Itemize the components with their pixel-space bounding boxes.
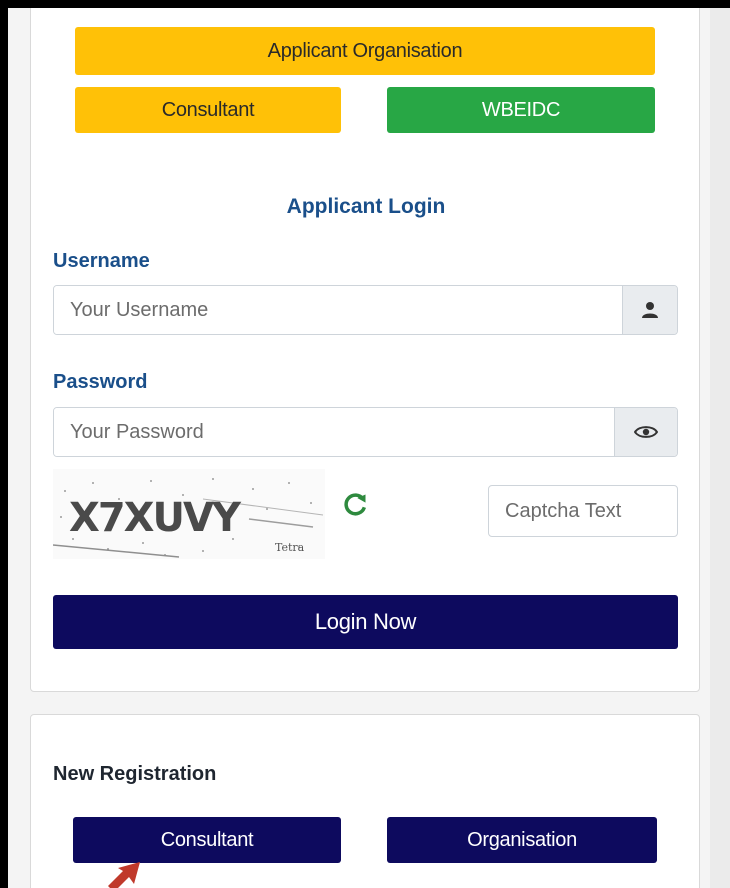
password-toggle[interactable] bbox=[614, 408, 677, 456]
username-input[interactable] bbox=[54, 286, 622, 334]
login-now-button[interactable]: Login Now bbox=[53, 595, 678, 649]
red-arrow-icon bbox=[108, 862, 140, 888]
right-scroll-area bbox=[710, 8, 730, 888]
wbeidc-portal-button[interactable]: WBEIDC bbox=[387, 87, 655, 133]
register-organisation-button[interactable]: Organisation bbox=[387, 817, 657, 863]
username-label: Username bbox=[53, 250, 150, 272]
page-frame: Applicant Organisation Consultant WBEIDC… bbox=[8, 8, 730, 888]
left-margin bbox=[8, 8, 30, 888]
eye-icon bbox=[634, 426, 658, 438]
register-consultant-button[interactable]: Consultant bbox=[73, 817, 341, 863]
applicant-organisation-button[interactable]: Applicant Organisation bbox=[75, 27, 655, 75]
refresh-icon[interactable] bbox=[341, 491, 369, 519]
password-group bbox=[53, 407, 678, 457]
captcha-code: X7XUVY bbox=[69, 495, 242, 541]
password-input[interactable] bbox=[54, 408, 614, 456]
captcha-watermark: Tetra bbox=[275, 541, 305, 554]
password-label: Password bbox=[53, 371, 148, 393]
login-heading: Applicant Login bbox=[286, 195, 446, 218]
user-icon bbox=[642, 302, 658, 318]
captcha-input[interactable] bbox=[488, 485, 678, 537]
username-addon bbox=[622, 286, 677, 334]
username-group bbox=[53, 285, 678, 335]
login-card: Applicant Organisation Consultant WBEIDC… bbox=[30, 8, 700, 692]
registration-title: New Registration bbox=[53, 763, 217, 785]
captcha-image: X7XUVY Tetra bbox=[52, 469, 325, 559]
consultant-portal-button[interactable]: Consultant bbox=[75, 87, 341, 133]
